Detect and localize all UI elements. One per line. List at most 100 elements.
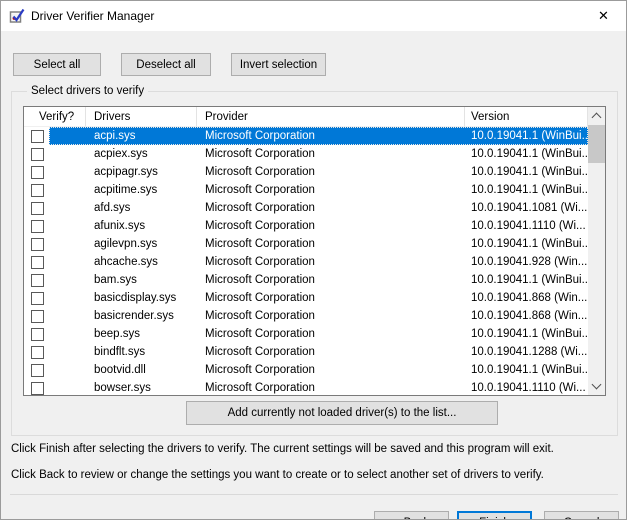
vertical-scrollbar[interactable] [588, 107, 605, 395]
column-header-drivers[interactable]: Drivers [86, 107, 197, 127]
row-main[interactable]: acpipagr.sys Microsoft Corporation 10.0.… [49, 163, 588, 181]
column-header-provider[interactable]: Provider [197, 107, 465, 127]
verify-checkbox[interactable] [31, 346, 44, 359]
verify-checkbox[interactable] [31, 292, 44, 305]
title-bar: Driver Verifier Manager ✕ [1, 1, 626, 31]
driver-version: 10.0.19041.1 (WinBui... [465, 271, 588, 289]
verify-checkbox[interactable] [31, 364, 44, 377]
driver-name: acpi.sys [86, 127, 197, 145]
verify-cell-spacer [49, 271, 86, 289]
driver-provider: Microsoft Corporation [197, 361, 465, 379]
row-main[interactable]: afunix.sys Microsoft Corporation 10.0.19… [49, 217, 588, 235]
row-main[interactable]: bootvid.dll Microsoft Corporation 10.0.1… [49, 361, 588, 379]
verify-checkbox[interactable] [31, 274, 44, 287]
driver-provider: Microsoft Corporation [197, 127, 465, 145]
driver-provider: Microsoft Corporation [197, 217, 465, 235]
verify-checkbox[interactable] [31, 166, 44, 179]
scrollbar-track[interactable] [588, 124, 605, 378]
verify-cell-spacer [49, 325, 86, 343]
verify-cell-spacer [49, 163, 86, 181]
driver-name: afunix.sys [86, 217, 197, 235]
driver-provider: Microsoft Corporation [197, 289, 465, 307]
verify-cell [24, 307, 49, 325]
driver-provider: Microsoft Corporation [197, 325, 465, 343]
window-title: Driver Verifier Manager [31, 9, 154, 23]
table-row[interactable]: bowser.sys Microsoft Corporation 10.0.19… [24, 379, 588, 395]
table-row[interactable]: acpi.sys Microsoft Corporation 10.0.1904… [24, 127, 588, 145]
chevron-down-icon [592, 380, 602, 390]
row-main[interactable]: agilevpn.sys Microsoft Corporation 10.0.… [49, 235, 588, 253]
row-main[interactable]: bowser.sys Microsoft Corporation 10.0.19… [49, 379, 588, 395]
verify-checkbox[interactable] [31, 256, 44, 269]
table-row[interactable]: beep.sys Microsoft Corporation 10.0.1904… [24, 325, 588, 343]
verify-cell-spacer [49, 289, 86, 307]
table-row[interactable]: bootvid.dll Microsoft Corporation 10.0.1… [24, 361, 588, 379]
driver-name: bootvid.dll [86, 361, 197, 379]
row-main[interactable]: basicdisplay.sys Microsoft Corporation 1… [49, 289, 588, 307]
verify-checkbox[interactable] [31, 202, 44, 215]
table-row[interactable]: acpipagr.sys Microsoft Corporation 10.0.… [24, 163, 588, 181]
select-drivers-groupbox: Select drivers to verify Verify? Drivers… [11, 85, 618, 436]
verify-cell [24, 325, 49, 343]
driver-name: acpitime.sys [86, 181, 197, 199]
verify-cell-spacer [49, 307, 86, 325]
table-row[interactable]: afunix.sys Microsoft Corporation 10.0.19… [24, 217, 588, 235]
verify-cell [24, 181, 49, 199]
chevron-up-icon [592, 113, 602, 123]
verify-cell-spacer [49, 217, 86, 235]
row-main[interactable]: bindflt.sys Microsoft Corporation 10.0.1… [49, 343, 588, 361]
driver-provider: Microsoft Corporation [197, 199, 465, 217]
verify-checkbox[interactable] [31, 220, 44, 233]
verify-checkbox[interactable] [31, 184, 44, 197]
verify-checkbox[interactable] [31, 328, 44, 341]
row-main[interactable]: ahcache.sys Microsoft Corporation 10.0.1… [49, 253, 588, 271]
driver-version: 10.0.19041.1 (WinBui... [465, 181, 588, 199]
table-row[interactable]: bam.sys Microsoft Corporation 10.0.19041… [24, 271, 588, 289]
row-main[interactable]: beep.sys Microsoft Corporation 10.0.1904… [49, 325, 588, 343]
cancel-button[interactable]: Cancel [544, 511, 619, 520]
verify-cell-spacer [49, 343, 86, 361]
deselect-all-button[interactable]: Deselect all [121, 53, 211, 76]
row-main[interactable]: acpiex.sys Microsoft Corporation 10.0.19… [49, 145, 588, 163]
verify-checkbox[interactable] [31, 382, 44, 395]
back-button[interactable]: < Back [374, 511, 449, 520]
verify-checkbox[interactable] [31, 238, 44, 251]
row-main[interactable]: acpitime.sys Microsoft Corporation 10.0.… [49, 181, 588, 199]
table-row[interactable]: acpitime.sys Microsoft Corporation 10.0.… [24, 181, 588, 199]
row-main[interactable]: afd.sys Microsoft Corporation 10.0.19041… [49, 199, 588, 217]
table-row[interactable]: ahcache.sys Microsoft Corporation 10.0.1… [24, 253, 588, 271]
invert-selection-button[interactable]: Invert selection [231, 53, 326, 76]
scroll-down-button[interactable] [588, 378, 605, 395]
driver-name: ahcache.sys [86, 253, 197, 271]
driver-provider: Microsoft Corporation [197, 145, 465, 163]
add-unloaded-drivers-button[interactable]: Add currently not loaded driver(s) to th… [186, 401, 498, 425]
verify-cell-spacer [49, 145, 86, 163]
driver-provider: Microsoft Corporation [197, 307, 465, 325]
table-row[interactable]: basicdisplay.sys Microsoft Corporation 1… [24, 289, 588, 307]
footer-separator [10, 494, 618, 495]
select-all-button[interactable]: Select all [13, 53, 101, 76]
row-main[interactable]: acpi.sys Microsoft Corporation 10.0.1904… [49, 127, 588, 145]
driver-provider: Microsoft Corporation [197, 163, 465, 181]
verify-cell [24, 145, 49, 163]
table-row[interactable]: basicrender.sys Microsoft Corporation 10… [24, 307, 588, 325]
verify-checkbox[interactable] [31, 148, 44, 161]
verify-cell [24, 343, 49, 361]
verify-checkbox[interactable] [31, 310, 44, 323]
column-header-version[interactable]: Version [465, 107, 588, 127]
table-row[interactable]: afd.sys Microsoft Corporation 10.0.19041… [24, 199, 588, 217]
table-row[interactable]: bindflt.sys Microsoft Corporation 10.0.1… [24, 343, 588, 361]
table-row[interactable]: acpiex.sys Microsoft Corporation 10.0.19… [24, 145, 588, 163]
scrollbar-thumb[interactable] [588, 125, 605, 163]
driver-version: 10.0.19041.1 (WinBui... [465, 163, 588, 181]
finish-button[interactable]: Finish [457, 511, 532, 520]
row-main[interactable]: basicrender.sys Microsoft Corporation 10… [49, 307, 588, 325]
verify-checkbox[interactable] [31, 130, 44, 143]
row-main[interactable]: bam.sys Microsoft Corporation 10.0.19041… [49, 271, 588, 289]
driver-version: 10.0.19041.1 (WinBui... [465, 145, 588, 163]
column-header-verify[interactable]: Verify? [24, 107, 86, 127]
verify-cell [24, 253, 49, 271]
scroll-up-button[interactable] [588, 107, 605, 124]
table-row[interactable]: agilevpn.sys Microsoft Corporation 10.0.… [24, 235, 588, 253]
close-button[interactable]: ✕ [581, 1, 626, 31]
